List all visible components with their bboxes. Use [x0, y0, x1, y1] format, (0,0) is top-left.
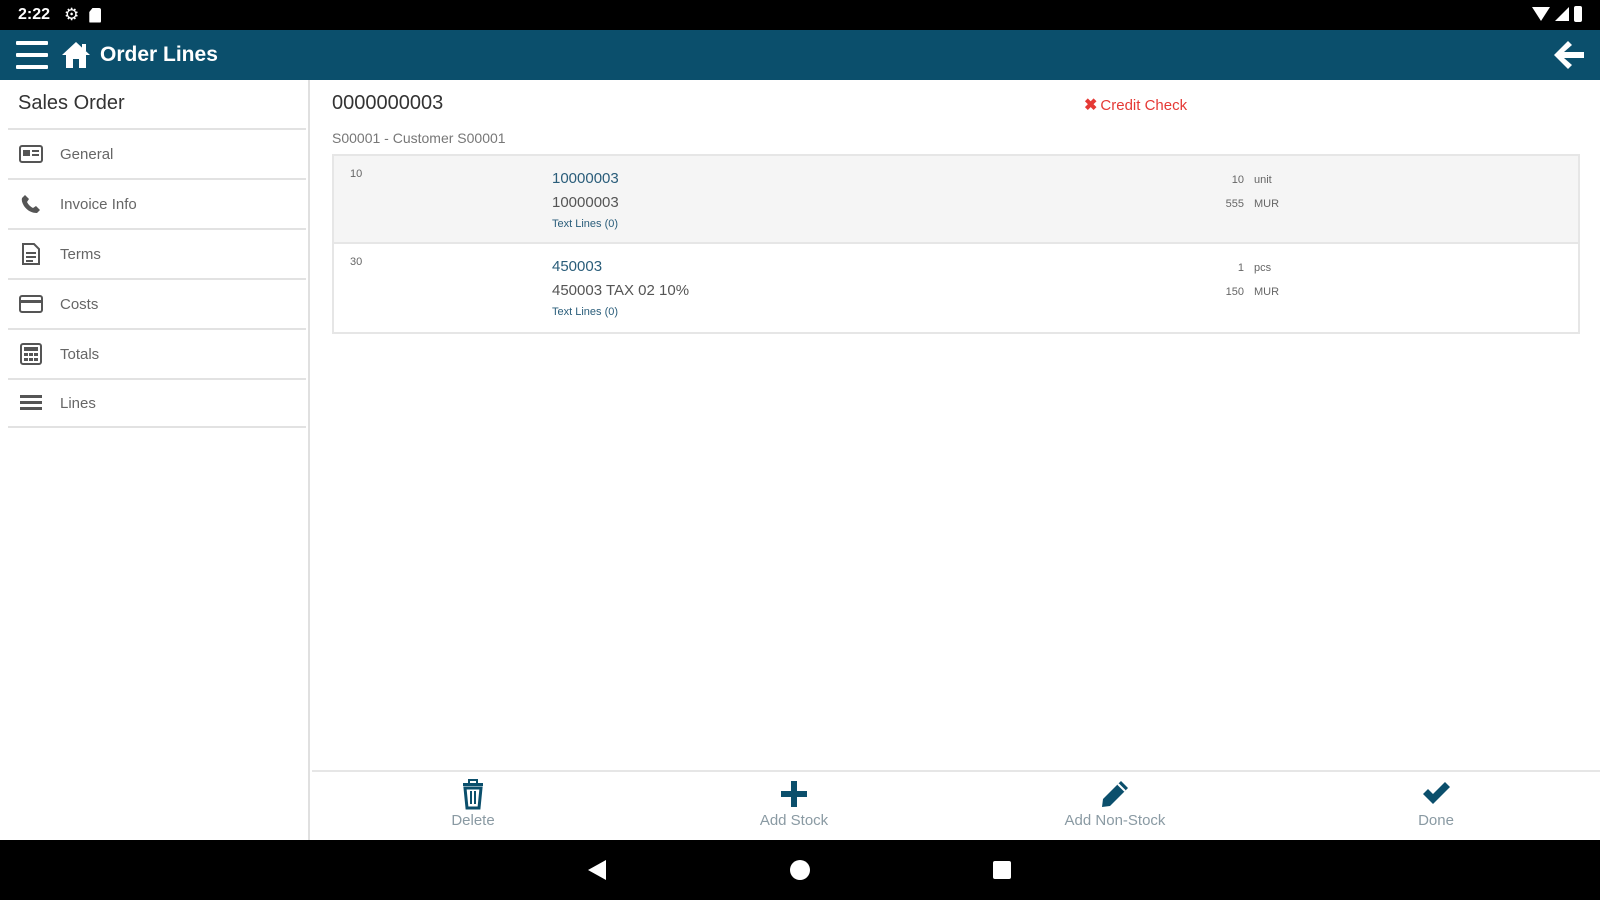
sidebar-item-invoice-info[interactable]: Invoice Info [8, 178, 306, 228]
main-content: 0000000003 ✖ Credit Check S00001 - Custo… [312, 80, 1600, 770]
line-price: 150 [1225, 286, 1244, 298]
page-title: Order Lines [100, 43, 218, 66]
line-quantity: 10 [1231, 174, 1244, 186]
bottom-toolbar: Delete Add Stock Add Non-Stock Done [312, 770, 1600, 840]
done-button[interactable]: Done [1366, 778, 1506, 836]
line-number: 30 [350, 256, 363, 268]
sidebar-title: Sales Order [18, 92, 125, 114]
line-unit: pcs [1254, 262, 1272, 274]
add-stock-button[interactable]: Add Stock [724, 778, 864, 836]
item-code: 10000003 [552, 170, 619, 187]
line-quantity: 1 [1237, 262, 1244, 274]
line-currency: MUR [1254, 198, 1280, 210]
credit-check-label: Credit Check [1100, 96, 1188, 114]
trash-icon [463, 779, 483, 810]
done-label: Done [1418, 812, 1454, 829]
line-currency: MUR [1254, 286, 1280, 298]
delete-button[interactable]: Delete [403, 778, 543, 836]
nav-back-icon[interactable] [588, 860, 606, 880]
sidebar: Sales Order General Invoice Info Terms C… [0, 80, 310, 840]
table-row[interactable]: 30 450003 450003 TAX 02 10% Text Lines (… [334, 244, 1578, 332]
text-lines-link[interactable]: Text Lines (0) [552, 218, 618, 230]
sidebar-item-label: Invoice Info [60, 195, 137, 213]
home-icon[interactable] [60, 39, 92, 71]
add-stock-label: Add Stock [759, 812, 829, 829]
nav-home-icon[interactable] [790, 860, 810, 880]
wifi-icon [1532, 7, 1550, 21]
order-number: 0000000003 [332, 92, 444, 114]
text-lines-link[interactable]: Text Lines (0) [552, 306, 618, 318]
line-number: 10 [350, 168, 363, 180]
sd-card-icon [89, 7, 102, 23]
add-non-stock-label: Add Non-Stock [1064, 812, 1166, 829]
sidebar-item-label: General [60, 145, 114, 163]
order-lines-table: 10 10000003 10000003 Text Lines (0) 10 u… [332, 154, 1580, 334]
calculator-icon [18, 343, 44, 365]
app-bar: Order Lines [0, 30, 1600, 80]
sidebar-item-label: Costs [60, 295, 99, 313]
line-price: 555 [1225, 198, 1244, 210]
sidebar-item-terms[interactable]: Terms [8, 228, 306, 278]
sidebar-item-totals[interactable]: Totals [8, 328, 306, 378]
back-arrow-icon[interactable] [1552, 39, 1586, 71]
table-row[interactable]: 10 10000003 10000003 Text Lines (0) 10 u… [334, 156, 1578, 244]
add-non-stock-button[interactable]: Add Non-Stock [1045, 778, 1185, 836]
sidebar-item-lines[interactable]: Lines [8, 378, 306, 428]
system-nav-bar [0, 840, 1600, 900]
item-description: 10000003 [552, 194, 619, 211]
list-icon [18, 392, 44, 414]
sidebar-item-label: Lines [60, 394, 96, 412]
checkmark-icon [1423, 782, 1450, 804]
phone-icon [18, 193, 44, 215]
credit-check-link[interactable]: ✖ Credit Check [1084, 95, 1187, 115]
status-bar: 2:22 ⚙ [0, 0, 1600, 30]
status-time: 2:22 [18, 6, 51, 23]
customer-name: S00001 - Customer S00001 [332, 130, 506, 146]
document-icon [18, 243, 44, 265]
close-icon: ✖ [1084, 97, 1098, 114]
pencil-icon [1102, 781, 1128, 807]
sidebar-item-costs[interactable]: Costs [8, 278, 306, 328]
sidebar-item-general[interactable]: General [8, 128, 306, 178]
item-description: 450003 TAX 02 10% [552, 282, 690, 299]
id-card-icon [18, 143, 44, 165]
menu-icon[interactable] [16, 41, 48, 69]
sidebar-item-label: Terms [60, 245, 101, 263]
line-unit: unit [1254, 174, 1272, 186]
nav-recents-icon[interactable] [993, 861, 1011, 879]
credit-card-icon [18, 293, 44, 315]
plus-icon [781, 781, 807, 807]
status-indicators [1532, 6, 1582, 22]
signal-icon [1555, 7, 1569, 21]
gear-icon: ⚙ [64, 5, 80, 24]
battery-icon [1574, 6, 1582, 22]
sidebar-item-label: Totals [60, 345, 100, 363]
item-code: 450003 [552, 258, 603, 275]
delete-label: Delete [451, 812, 495, 829]
sidebar-list: General Invoice Info Terms Costs Totals [8, 128, 306, 428]
